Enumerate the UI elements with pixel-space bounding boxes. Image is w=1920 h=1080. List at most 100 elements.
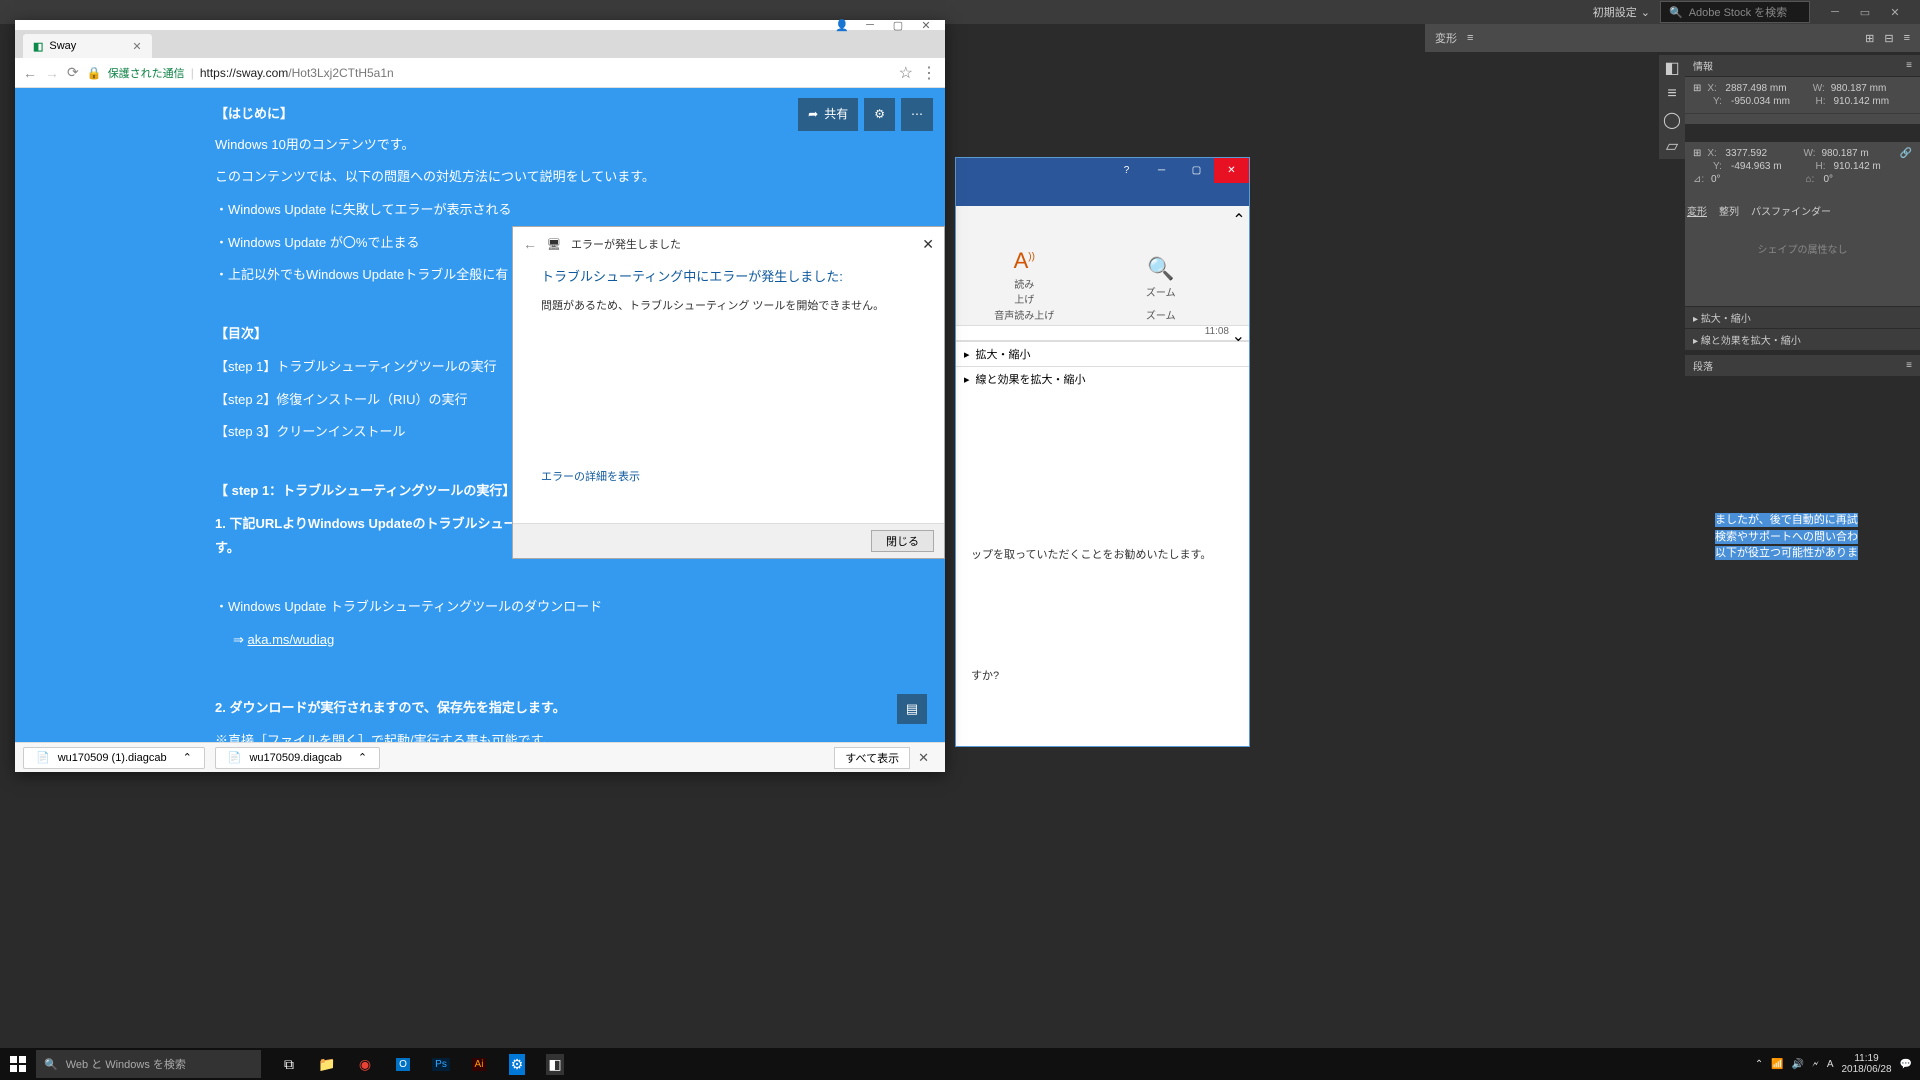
browser-tab[interactable]: ◧ Sway ✕ — [23, 34, 152, 58]
zoom-button[interactable]: 🔍 ズーム — [1093, 247, 1230, 307]
y-value: -950.034 mm — [1731, 96, 1810, 107]
chrome-menu-icon[interactable]: ⋮ — [921, 63, 937, 83]
highlighted-selection: ましたが、後で自動的に再試 検索やサポートへの問い合わ 以下が役立つ可能性があり… — [1715, 512, 1858, 562]
adobe-stock-search[interactable]: 🔍Adobe Stock を検索 — [1660, 1, 1810, 23]
file-explorer-icon[interactable]: 📁 — [309, 1048, 345, 1080]
taskbar-search[interactable]: 🔍Web と Windows を検索 — [36, 1050, 261, 1078]
error-body: 問題があるため、トラブルシューティング ツールを開始できません。 — [541, 297, 916, 313]
text-tool-icon[interactable]: ≡ — [1659, 81, 1685, 107]
transform-label: 変形 — [1435, 30, 1457, 46]
settings-icon[interactable]: ⚙ — [499, 1048, 535, 1080]
close-button[interactable]: 閉じる — [871, 530, 934, 552]
chevron-right-icon[interactable]: ▸ — [964, 373, 970, 386]
adobe-close-button[interactable]: ✕ — [1880, 2, 1910, 22]
battery-icon[interactable]: 🗲 — [1812, 1059, 1819, 1070]
sway-toc-button[interactable]: ▤ — [897, 694, 927, 724]
gear-icon: ⚙ — [874, 103, 885, 126]
word-close-button[interactable]: ✕ — [1214, 158, 1249, 183]
expand-toggle[interactable]: 拡大・縮小 — [1701, 314, 1751, 325]
collapsible-1[interactable]: 拡大・縮小 — [976, 346, 1031, 362]
transform-tab[interactable]: 変形 — [1687, 203, 1707, 218]
chrome-maximize-button[interactable]: ▢ — [884, 19, 912, 32]
download-item[interactable]: 📄wu170509 (1).diagcab⌃ — [23, 747, 205, 769]
system-clock[interactable]: 11:19 2018/06/28 — [1841, 1053, 1891, 1075]
illustrator-icon[interactable]: Ai — [461, 1048, 497, 1080]
x-value: 2887.498 mm — [1725, 83, 1806, 94]
chrome-close-button[interactable]: ✕ — [912, 19, 940, 32]
action-center-icon[interactable]: 💬 — [1900, 1059, 1912, 1070]
wudiag-link[interactable]: aka.ms/wudiag — [248, 632, 335, 647]
line-effect-toggle[interactable]: 線と効果を拡大・縮小 — [1701, 336, 1801, 347]
anchor-icon[interactable]: ⊞ — [1693, 148, 1701, 159]
chevron-up-icon[interactable]: ⌃ — [183, 751, 192, 764]
chevron-right-icon[interactable]: ▸ — [964, 348, 970, 361]
word-help-button[interactable]: ? — [1109, 158, 1144, 183]
share-icon: ➦ — [808, 103, 818, 126]
adobe-minimize-button[interactable]: ─ — [1820, 2, 1850, 22]
link-icon[interactable]: 🔗 — [1900, 148, 1912, 159]
ribbon-collapse-icon[interactable]: ⌃ — [1229, 206, 1249, 230]
reload-button[interactable]: ⟳ — [67, 64, 79, 81]
secure-label: 保護された通信 — [108, 65, 185, 81]
align-icon[interactable]: ≡ — [1467, 32, 1473, 44]
settings-button[interactable]: ⚙ — [864, 98, 895, 131]
close-downloads-bar[interactable]: ✕ — [910, 750, 937, 766]
brush-tool-icon[interactable]: ◯ — [1659, 107, 1685, 133]
profile-icon[interactable]: 👤 — [828, 19, 856, 32]
download-item[interactable]: 📄wu170509.diagcab⌃ — [215, 747, 380, 769]
collapsible-2[interactable]: 線と効果を拡大・縮小 — [976, 371, 1086, 387]
chevron-up-icon[interactable]: ⌃ — [358, 751, 367, 764]
show-error-detail-link[interactable]: エラーの詳細を表示 — [541, 468, 916, 484]
word-minimize-button[interactable]: ─ — [1144, 158, 1179, 183]
photoshop-icon[interactable]: Ps — [423, 1048, 459, 1080]
ime-indicator[interactable]: A — [1827, 1059, 1834, 1070]
star-icon[interactable]: ☆ — [899, 63, 913, 83]
panel-menu-icon[interactable]: ≡ — [1906, 60, 1912, 71]
back-button[interactable]: ← — [23, 65, 37, 81]
back-button[interactable]: ← — [523, 236, 537, 252]
align-tab[interactable]: 整列 — [1719, 203, 1739, 218]
sway-favicon: ◧ — [33, 40, 43, 53]
volume-icon[interactable]: 🔊 — [1792, 1059, 1804, 1070]
app-icon[interactable]: ◧ — [537, 1048, 573, 1080]
share-button[interactable]: ➦共有 — [798, 98, 858, 131]
w-value: 980.187 mm — [1831, 83, 1912, 94]
lock-icon: 🔒 — [87, 66, 102, 80]
heading-intro: 【はじめに】 — [215, 106, 293, 121]
task-view-icon[interactable]: ⧉ — [271, 1048, 307, 1080]
chevron-down-icon[interactable]: ⌄ — [1232, 326, 1245, 346]
preset-dropdown[interactable]: 初期設定⌄ — [1593, 4, 1650, 20]
anchor-icon[interactable]: ⊞ — [1693, 83, 1701, 94]
tab-close-icon[interactable]: ✕ — [132, 40, 141, 53]
word-maximize-button[interactable]: ▢ — [1179, 158, 1214, 183]
p1: Windows 10用のコンテンツです。 — [215, 133, 755, 158]
list-icon: ▤ — [906, 697, 918, 722]
bullet-1: ・Windows Update に失敗してエラーが表示される — [215, 198, 755, 223]
tray-chevron-icon[interactable]: ⌃ — [1755, 1059, 1763, 1070]
paragraph-panel[interactable]: 段落 — [1693, 358, 1713, 373]
control-panel-icon: 🖥 — [547, 238, 561, 251]
chrome-minimize-button[interactable]: ─ — [856, 19, 884, 31]
p4: 2. ダウンロードが実行されますので、保存先を指定します。 — [215, 696, 755, 721]
more-button[interactable]: ⋯ — [901, 98, 933, 131]
info-panel-title: 情報 — [1693, 58, 1713, 73]
pathfinder-tab[interactable]: パスファインダー — [1751, 203, 1831, 218]
color-tool-icon[interactable]: ◧ — [1659, 55, 1685, 81]
close-icon[interactable]: ✕ — [922, 236, 934, 253]
wifi-icon[interactable]: 📶 — [1771, 1059, 1783, 1070]
word-window: ? ─ ▢ ✕ A)) 読み 上げ 音声読み上げ 🔍 ズーム ズーム ⌃ 11:… — [955, 157, 1250, 747]
p5: ※直接［ファイルを開く］で起動/実行する事も可能です。 — [215, 729, 755, 742]
search-icon: 🔍 — [1669, 6, 1683, 19]
show-all-downloads[interactable]: すべて表示 — [834, 747, 910, 769]
adobe-restore-button[interactable]: ▭ — [1850, 2, 1880, 22]
group-label-zoom: ズーム — [1093, 307, 1230, 322]
dialog-title: エラーが発生しました — [571, 236, 681, 252]
outlook-icon[interactable]: O — [385, 1048, 421, 1080]
url-field[interactable]: 🔒 保護された通信 | https://sway.com/Hot3Lxj2CTt… — [87, 65, 891, 81]
link-arrow: ⇒ — [233, 632, 248, 647]
chrome-icon[interactable]: ◉ — [347, 1048, 383, 1080]
read-aloud-button[interactable]: A)) 読み 上げ — [956, 247, 1093, 307]
start-button[interactable] — [0, 1056, 36, 1072]
shape-tool-icon[interactable]: ▱ — [1659, 133, 1685, 159]
forward-button[interactable]: → — [45, 65, 59, 81]
